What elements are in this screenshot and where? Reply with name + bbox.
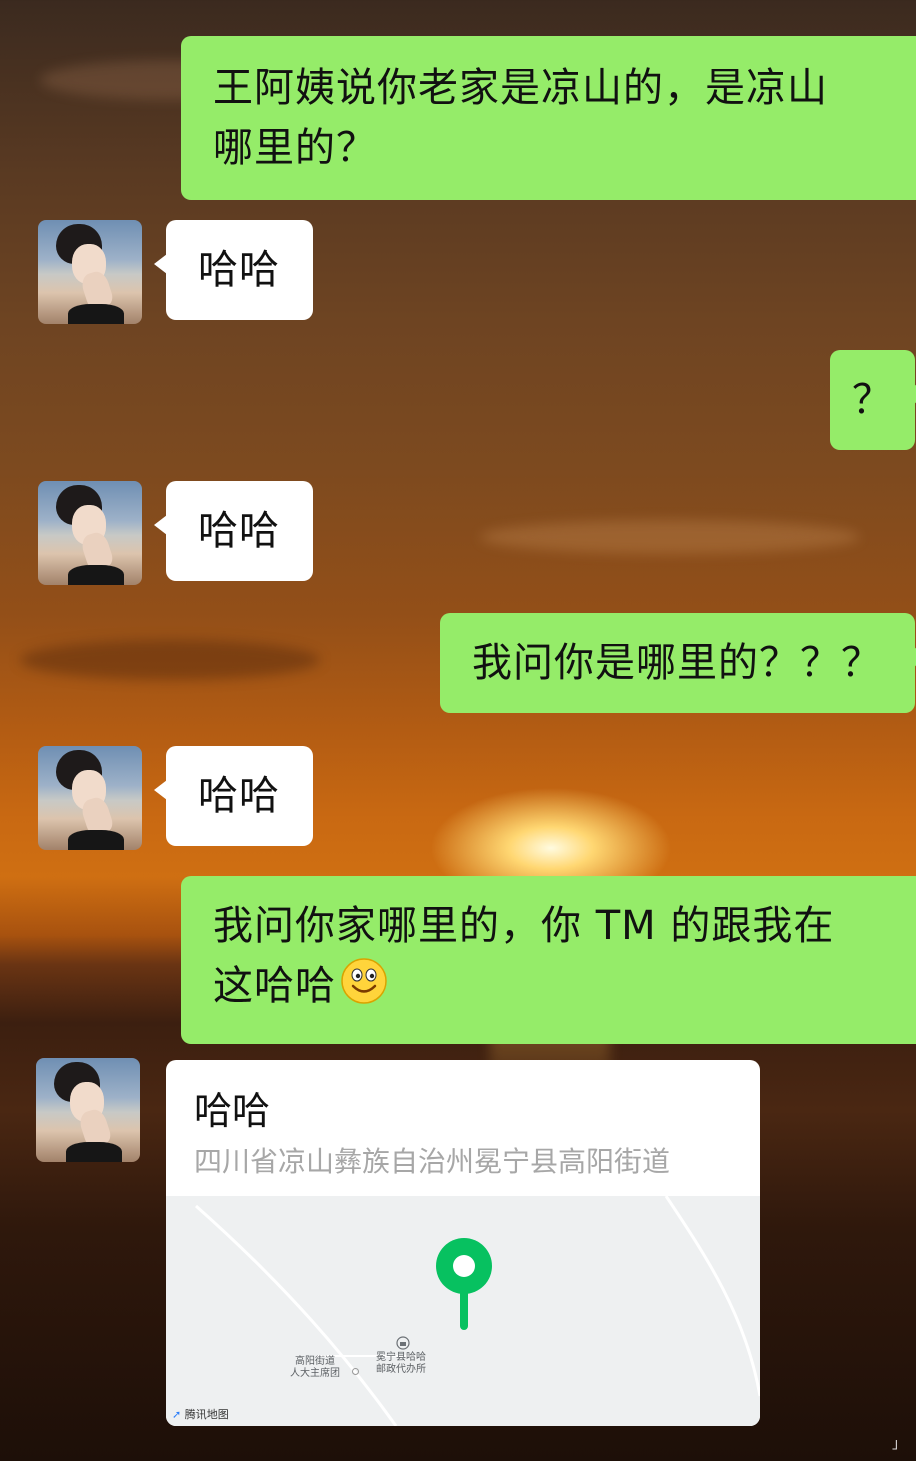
message-text: 我问你是哪里的？？？ — [472, 640, 882, 686]
message-text: 哈哈 — [198, 773, 280, 819]
message-text: 哈哈 — [198, 247, 280, 293]
smiley-emoji-icon — [341, 958, 387, 1004]
her-message-bubble[interactable]: 哈哈 — [154, 481, 313, 581]
cloud — [20, 640, 320, 680]
message-text-line: 哪里的？ — [213, 125, 377, 171]
tencent-map-logo-icon: ➚ — [172, 1408, 182, 1421]
location-title: 哈哈 — [194, 1089, 271, 1133]
contact-avatar[interactable] — [38, 746, 142, 850]
map-provider-credit: ➚ 腾讯地图 — [172, 1408, 229, 1421]
my-message-bubble[interactable]: 王阿姨说你老家是凉山的，是凉山 哪里的？ — [181, 36, 916, 200]
map-poi-label: 冕宁县哈哈 邮政代办所 — [376, 1352, 426, 1375]
location-pin-icon — [436, 1238, 492, 1330]
message-text-line-with-emoji: 这哈哈 — [213, 956, 916, 1016]
location-address: 四川省凉山彝族自治州冕宁县高阳街道 — [194, 1145, 671, 1178]
message-text-line: 王阿姨说你老家是凉山的，是凉山 — [213, 65, 828, 111]
her-message-bubble[interactable]: 哈哈 — [154, 220, 313, 320]
location-message-card[interactable]: 哈哈 四川省凉山彝族自治州冕宁县高阳街道 高阳街道 人大主席团 冕宁县哈哈 邮政… — [166, 1060, 760, 1426]
contact-avatar[interactable] — [38, 481, 142, 585]
message-text: 哈哈 — [198, 508, 280, 554]
map-dot — [352, 1368, 359, 1375]
my-message-bubble[interactable]: 我问你家哪里的，你 TM 的跟我在 这哈哈 — [181, 876, 916, 1044]
contact-avatar[interactable] — [36, 1058, 140, 1162]
message-text: 这哈哈 — [213, 963, 336, 1009]
contact-avatar[interactable] — [38, 220, 142, 324]
my-message-bubble[interactable]: 我问你是哪里的？？？ — [440, 613, 916, 713]
cloud — [480, 520, 860, 554]
map-preview[interactable]: 高阳街道 人大主席团 冕宁县哈哈 邮政代办所 ➚ 腾讯地图 — [166, 1196, 760, 1426]
corner-mark: 」 — [892, 1436, 906, 1452]
her-message-bubble[interactable]: 哈哈 — [154, 746, 313, 846]
message-text: ？ — [852, 377, 893, 423]
map-poi-label: 高阳街道 人大主席团 — [290, 1356, 340, 1379]
message-text-line: 我问你家哪里的，你 TM 的跟我在 — [213, 903, 835, 949]
government-icon — [396, 1336, 410, 1350]
my-message-bubble[interactable]: ？ — [830, 350, 916, 450]
